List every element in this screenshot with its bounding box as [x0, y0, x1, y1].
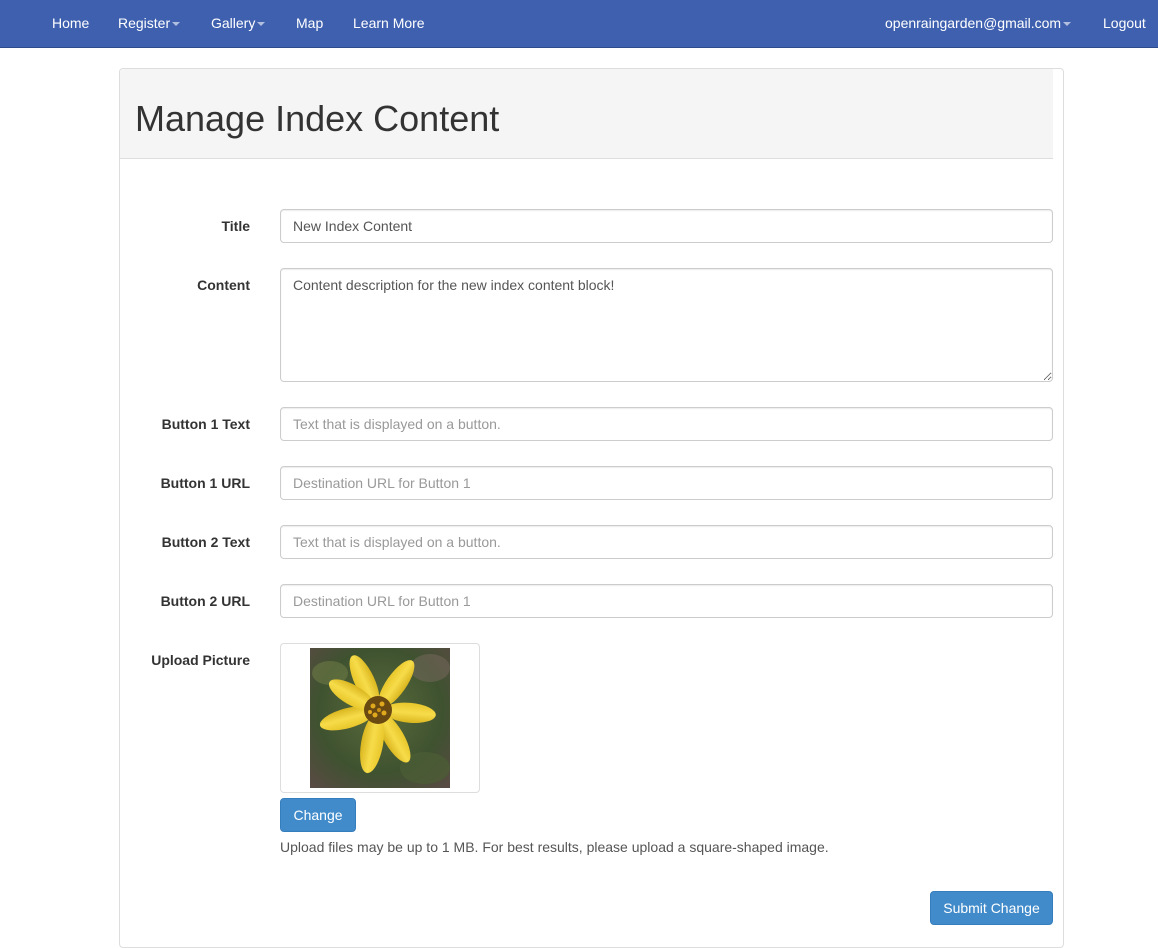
button2-text-input[interactable]: [280, 525, 1053, 559]
content-panel: Manage Index Content: [119, 68, 1064, 948]
nav-user-dropdown[interactable]: openraingarden@gmail.com: [885, 0, 1072, 47]
title-input[interactable]: [280, 209, 1053, 243]
upload-help-text: Upload files may be up to 1 MB. For best…: [280, 839, 829, 855]
panel-heading: Manage Index Content: [120, 69, 1053, 159]
button1-text-label: Button 1 Text: [161, 416, 250, 432]
button1-url-label: Button 1 URL: [160, 475, 250, 491]
nav-home-link[interactable]: Home: [52, 0, 89, 47]
nav-register-dropdown[interactable]: Register: [118, 0, 181, 47]
nav-map-link[interactable]: Map: [296, 0, 323, 47]
flower-thumbnail-image: [310, 648, 450, 788]
nav-learn-more-link[interactable]: Learn More: [353, 0, 425, 47]
chevron-down-icon: [172, 22, 181, 27]
button1-url-input[interactable]: [280, 466, 1053, 500]
nav-gallery-dropdown[interactable]: Gallery: [211, 0, 266, 47]
button1-text-input[interactable]: [280, 407, 1053, 441]
chevron-down-icon: [1063, 22, 1072, 27]
nav-user-email: openraingarden@gmail.com: [885, 15, 1062, 31]
content-label: Content: [197, 277, 250, 293]
nav-logout-link[interactable]: Logout: [1103, 0, 1146, 47]
page-title: Manage Index Content: [135, 98, 500, 139]
nav-register-label: Register: [118, 15, 171, 31]
button2-url-label: Button 2 URL: [160, 593, 250, 609]
top-navbar: Home Register Gallery Map Learn More ope…: [0, 0, 1158, 48]
button2-url-input[interactable]: [280, 584, 1053, 618]
upload-picture-label: Upload Picture: [151, 652, 250, 668]
title-label: Title: [221, 218, 250, 234]
image-thumbnail-frame: [280, 643, 480, 793]
change-image-button[interactable]: Change: [280, 798, 356, 832]
chevron-down-icon: [257, 22, 266, 27]
button2-text-label: Button 2 Text: [161, 534, 250, 550]
content-textarea[interactable]: Content description for the new index co…: [280, 268, 1053, 382]
flower-image: [310, 648, 450, 788]
nav-gallery-label: Gallery: [211, 15, 256, 31]
submit-change-button[interactable]: Submit Change: [930, 891, 1053, 925]
